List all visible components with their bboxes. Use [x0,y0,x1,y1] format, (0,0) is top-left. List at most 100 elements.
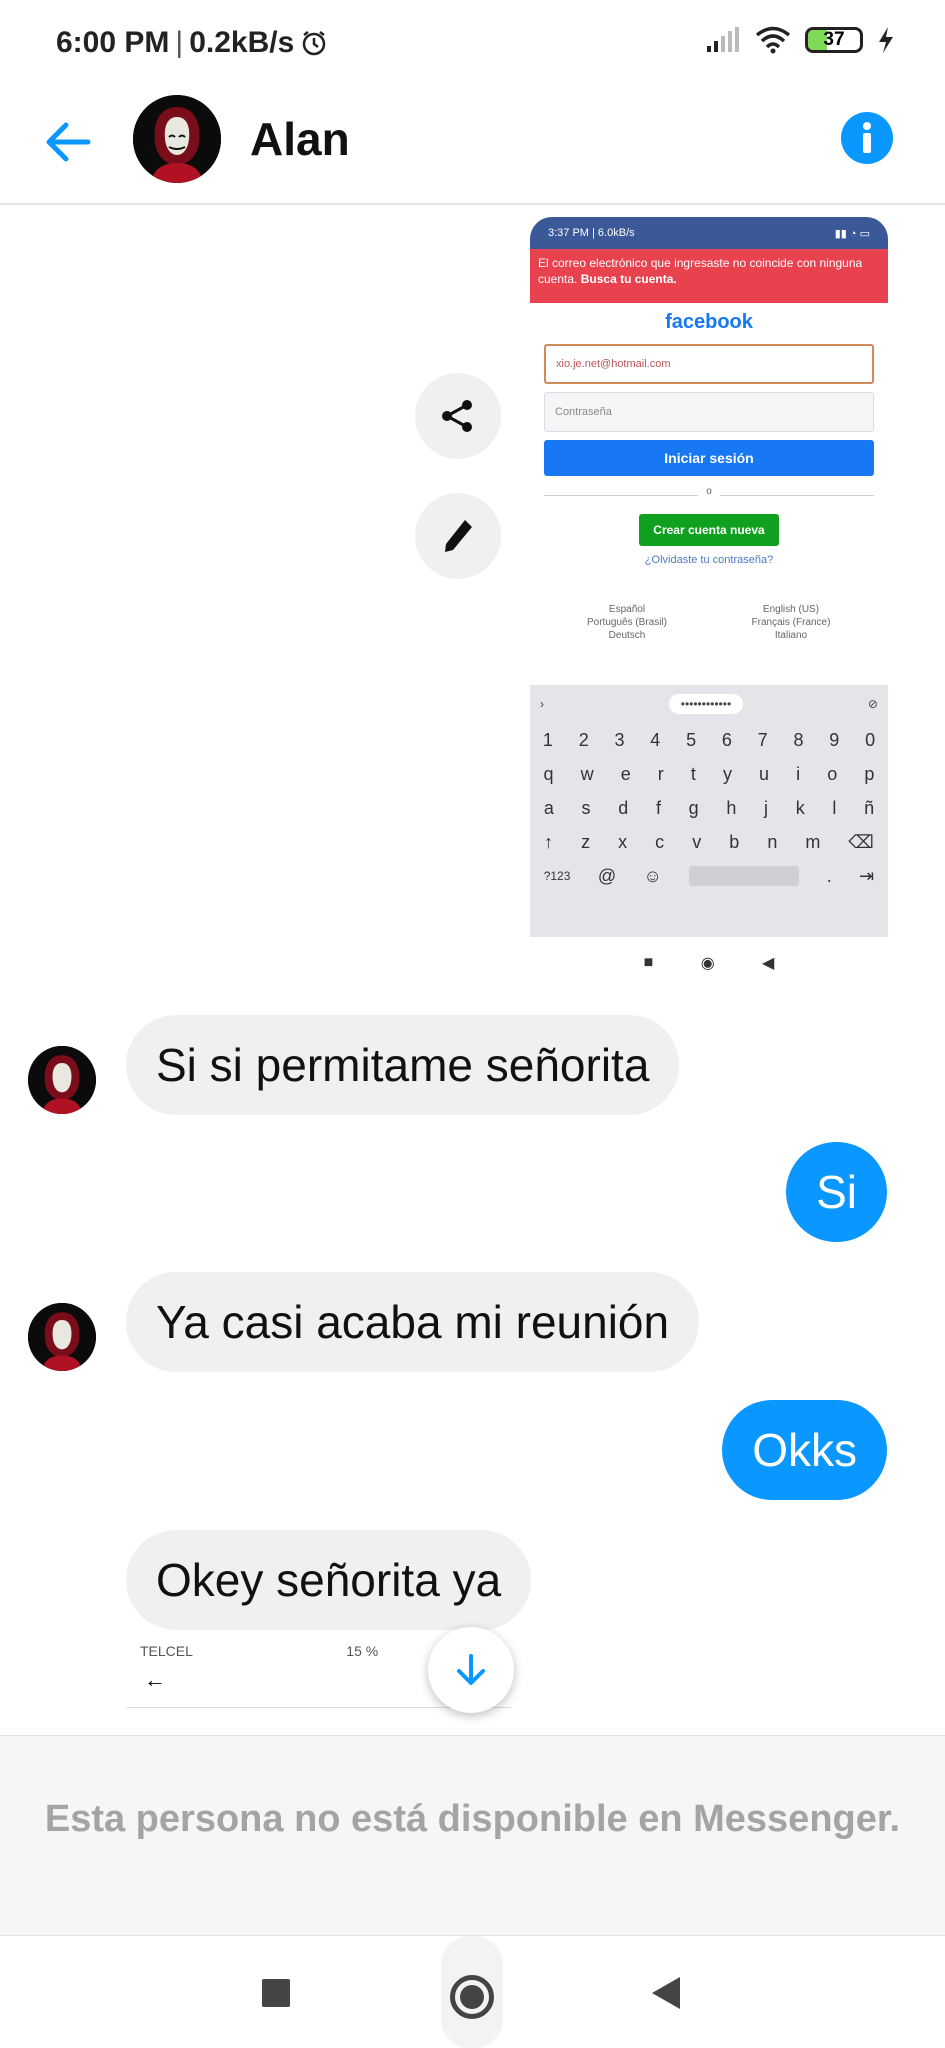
mic-off-icon: ⊘ [867,697,878,711]
attachment-or-label: o [698,486,720,497]
conversation-header: Alan [0,90,945,205]
keyboard-key: m [805,831,821,852]
keyboard-key: e [620,763,631,784]
alarm-icon [303,31,326,56]
share-button[interactable] [415,373,501,459]
keyboard-key: 6 [721,729,732,750]
language-item: Português (Brasil) [586,617,668,628]
keyboard-key: ⌫ [848,831,874,852]
home-dot [460,1985,484,2009]
keyboard-key: z [581,831,591,852]
partial-carrier: TELCEL [140,1643,193,1659]
keyboard-key: y [722,763,732,784]
charging-icon [879,27,893,53]
unavailable-notice: Esta persona no está disponible en Messe… [0,1735,945,1935]
square-icon: ■ [643,954,654,971]
message-list[interactable]: 3:37 PM | 6.0kB/s ▮▮ ◔ ▭ El correo elect… [0,205,945,1735]
keyboard-key: o [827,763,838,784]
home-circle-icon[interactable] [441,1936,503,2048]
attachment-forgot-link: ¿Olvidaste tu contraseña? [644,554,774,566]
status-separator: | [175,26,184,59]
attachment-error-link: Busca tu cuenta. [580,272,677,286]
image-attachment[interactable]: 3:37 PM | 6.0kB/s ▮▮ ◔ ▭ El correo elect… [530,217,888,989]
language-item: Español [608,604,646,615]
scroll-to-bottom-button[interactable] [428,1627,514,1713]
system-nav-bar [0,1935,945,2048]
keyboard-key: q [543,763,554,784]
keyboard-key: w [580,763,594,784]
keyboard-key: . [826,865,832,886]
keyboard-key: u [759,763,770,784]
arrow-down-icon [457,1654,485,1685]
keyboard-row: qwertyuiop [530,757,888,791]
sender-avatar[interactable] [28,1303,96,1371]
square-icon[interactable] [262,1979,290,2007]
contact-avatar[interactable] [133,95,221,183]
keyboard-key: @ [597,865,617,886]
message-bubble-incoming[interactable]: Si si permitame señorita [126,1015,680,1115]
triangle-back-icon[interactable] [652,1977,680,2009]
keyboard-key: ☺ [643,865,662,886]
avatar-image [28,1046,96,1114]
keyboard-key: f [655,797,661,818]
info-icon[interactable] [839,110,895,166]
status-time: 6:00 PM [56,26,170,59]
keyboard-key: k [795,797,805,818]
keyboard-key: 0 [865,729,876,750]
chevron-right-icon: › [540,697,544,711]
signal-icon [707,27,739,52]
status-right: 37 [705,26,895,54]
home-circle-icon: ◉ [700,955,715,972]
attachment-keyboard: › •••••••••••• ⊘ 1 2 3 4 5 6 7 8 9 0 q w e r t y u i o p a s d… [530,685,888,937]
message-bubble-incoming[interactable]: Okey señorita ya [126,1530,532,1630]
language-item: English (US) [762,604,820,615]
keyboard-key: b [729,831,740,852]
message-bubble-outgoing[interactable]: Okks [722,1400,887,1500]
battery-level: 37 [823,29,845,50]
keyboard-key: i [796,763,801,784]
keyboard-key: j [764,797,769,818]
keyboard-row: ↑ z x c v b n m ⌫ [530,825,888,859]
attachment-status-icons: ▮▮ ◔ ▭ [834,227,870,240]
attachment-divider: o [544,486,874,504]
keyboard-key [689,866,800,886]
keyboard-keys: 1 2 3 4 5 6 7 8 9 0 q w e r t y u i o p a s d f g h j k l ñ ↑ z x c v b n m ⌫?… [530,723,888,893]
edit-button[interactable] [415,493,501,579]
message-bubble-outgoing[interactable]: Si [786,1142,887,1242]
sender-avatar[interactable] [28,1046,96,1114]
keyboard-row: 1 2 3 4 5 6 7 8 9 0 [530,723,888,757]
attachment-status-time: 3:37 PM | 6.0kB/s [548,227,635,239]
keyboard-row: ?123 @ ☺ . ⇥ [530,859,888,893]
keyboard-key: ↑ [544,831,554,852]
wifi-icon [755,26,791,54]
partial-battery: 15 % [346,1643,379,1659]
battery-icon: 37 [805,27,863,53]
keyboard-key: 7 [757,729,768,750]
keyboard-key: r [657,763,664,784]
share-icon [442,400,472,432]
keyboard-key: 9 [829,729,840,750]
keyboard-key: t [690,763,696,784]
attachment-languages: Español English (US) Português (Brasil) … [550,604,868,641]
keyboard-key: n [767,831,778,852]
keyboard-key: x [618,831,628,852]
attachment-create-button: Crear cuenta nueva [639,514,779,546]
language-item: Deutsch [608,630,646,641]
triangle-back-icon: ◀ [762,955,775,972]
keyboard-field: •••••••••••• [668,694,744,714]
pencil-icon [445,520,472,552]
attachment-login-button: Iniciar sesión [544,440,874,476]
contact-name[interactable]: Alan [250,112,350,166]
keyboard-key: ⇥ [859,865,875,886]
keyboard-row: asdfghjklñ [530,791,888,825]
arrow-left-icon[interactable] [38,112,98,172]
attachment-password-field: Contraseña [544,392,874,432]
attachment-status-bar: 3:37 PM | 6.0kB/s ▮▮ ◔ ▭ [530,217,888,249]
keyboard-key: 2 [578,729,589,750]
keyboard-key: ñ [864,797,875,818]
message-bubble-incoming[interactable]: Ya casi acaba mi reunión [126,1272,700,1372]
keyboard-key: 4 [650,729,661,750]
attachment-logo: facebook [665,311,753,333]
status-left: 6:00 PM | 0.2kB/s [56,26,328,60]
keyboard-key: a [543,797,554,818]
